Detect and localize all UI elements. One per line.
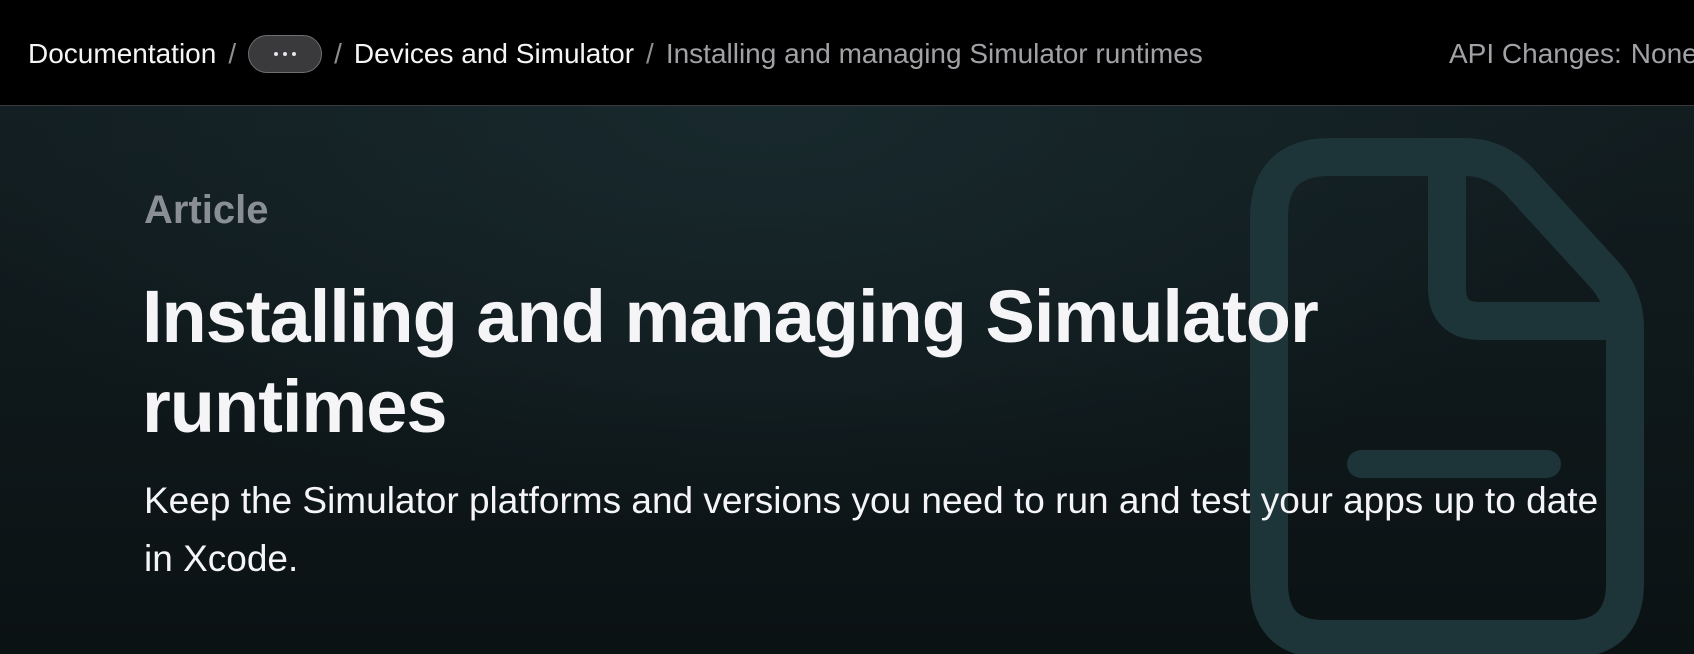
ellipsis-icon — [274, 52, 297, 56]
breadcrumb-separator: / — [228, 38, 237, 69]
breadcrumb-documentation[interactable]: Documentation — [28, 38, 216, 70]
page-title: Installing and managing Simulator runtim… — [142, 275, 1319, 448]
api-changes-toggle[interactable]: API Changes: None — [1449, 36, 1694, 72]
top-navigation-bar: Documentation / / Devices and Simulator … — [0, 0, 1694, 106]
breadcrumb-devices-and-simulator[interactable]: Devices and Simulator — [354, 38, 634, 70]
breadcrumb-separator: / — [334, 38, 342, 69]
breadcrumb-current-page: Installing and managing Simulator runtim… — [665, 38, 1203, 69]
api-changes-label: API Changes: — [1449, 38, 1622, 69]
breadcrumb-separator: / — [646, 38, 654, 69]
breadcrumb: Documentation / / Devices and Simulator … — [28, 35, 1203, 73]
article-type-label: Article — [144, 188, 269, 232]
api-changes-value[interactable]: None — [1631, 38, 1694, 70]
article-hero: Article Installing and managing Simulato… — [0, 106, 1694, 654]
article-abstract: Keep the Simulator platforms and version… — [144, 480, 1599, 579]
breadcrumb-more-button[interactable] — [248, 35, 323, 73]
